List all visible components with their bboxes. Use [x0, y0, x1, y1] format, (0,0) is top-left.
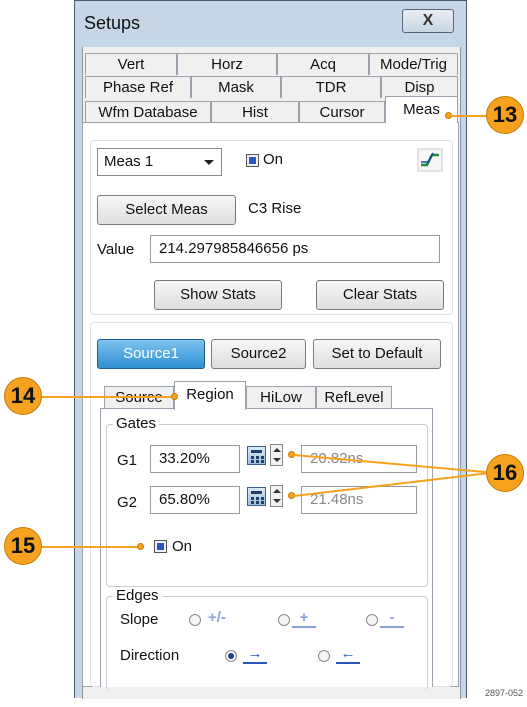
g2-spinner[interactable]: [270, 485, 283, 507]
subtab-reflevel[interactable]: RefLevel: [316, 386, 392, 408]
g1-label: G1: [117, 452, 138, 469]
tab-cursor[interactable]: Cursor: [299, 101, 385, 123]
figure-id: 2897-052: [485, 688, 524, 698]
subtab-region[interactable]: Region: [174, 381, 246, 410]
meas-selector-dropdown[interactable]: Meas 1: [97, 148, 222, 176]
tab-acq[interactable]: Acq: [277, 53, 369, 75]
callout-14-anchor: [171, 393, 178, 400]
edges-title: Edges: [113, 587, 162, 604]
meas-on-checkbox[interactable]: [246, 154, 259, 167]
tab-horz[interactable]: Horz: [177, 53, 277, 75]
chevron-down-icon: [204, 160, 214, 165]
slope-rise-icon: +: [292, 610, 316, 628]
callout-13: 13: [486, 96, 524, 134]
tab-phase-ref[interactable]: Phase Ref: [85, 76, 191, 98]
rise-edge-icon[interactable]: [417, 148, 443, 172]
g2-label: G2: [117, 494, 138, 511]
callout-16: 16: [486, 454, 524, 492]
callout-14-leader: [40, 396, 175, 398]
arrow-right-icon: →: [243, 646, 267, 664]
slope-both-icon: +/-: [208, 609, 226, 626]
tab-mask[interactable]: Mask: [191, 76, 281, 98]
direction-label: Direction: [120, 647, 180, 664]
select-meas-button[interactable]: Select Meas: [97, 195, 236, 225]
g2-time-field: 21.48ns: [301, 486, 417, 514]
g1-spinner[interactable]: [270, 444, 283, 466]
direction-forward-radio[interactable]: [225, 650, 237, 662]
direction-backward-radio[interactable]: [318, 650, 330, 662]
callout-15-leader: [40, 546, 140, 548]
callout-15: 15: [4, 527, 42, 565]
source1-button[interactable]: Source1: [97, 339, 205, 369]
meas-selector-value: Meas 1: [104, 153, 154, 170]
tab-wfm-database[interactable]: Wfm Database: [85, 101, 211, 123]
gates-on-label: On: [172, 538, 193, 555]
slope-label: Slope: [120, 611, 159, 628]
tab-vert[interactable]: Vert: [85, 53, 177, 75]
callout-14: 14: [4, 377, 42, 415]
slope-both-radio[interactable]: [189, 614, 201, 626]
value-label: Value: [97, 241, 135, 258]
callout-15-anchor: [137, 543, 144, 550]
callout-13-leader: [451, 115, 489, 117]
show-stats-button[interactable]: Show Stats: [154, 280, 282, 310]
tab-mode-trig[interactable]: Mode/Trig: [369, 53, 458, 75]
selected-meas-label: C3 Rise: [248, 200, 302, 217]
tab-tdr[interactable]: TDR: [281, 76, 381, 98]
clear-stats-button[interactable]: Clear Stats: [316, 280, 444, 310]
slope-fall-radio[interactable]: [366, 614, 378, 626]
window-title: Setups: [84, 13, 141, 33]
slope-rise-radio[interactable]: [278, 614, 290, 626]
close-button[interactable]: X: [402, 9, 454, 33]
gates-on-checkbox[interactable]: [154, 540, 167, 553]
meas-on-label: On: [263, 151, 284, 168]
gates-title: Gates: [113, 415, 160, 432]
calculator-icon[interactable]: [247, 487, 266, 506]
slope-fall-icon: -: [380, 610, 404, 628]
value-field: 214.297985846656 ps: [150, 235, 440, 263]
tab-hist[interactable]: Hist: [211, 101, 299, 123]
tab-disp[interactable]: Disp: [381, 76, 458, 98]
title-bar: Setups X: [75, 1, 466, 47]
g2-percent-field[interactable]: 65.80%: [150, 486, 240, 514]
set-to-default-button[interactable]: Set to Default: [313, 339, 441, 369]
g1-percent-field[interactable]: 33.20%: [150, 445, 240, 473]
arrow-left-icon: ←: [336, 646, 360, 664]
calculator-icon[interactable]: [247, 446, 266, 465]
source2-button[interactable]: Source2: [211, 339, 306, 369]
subtab-hilow[interactable]: HiLow: [246, 386, 316, 408]
